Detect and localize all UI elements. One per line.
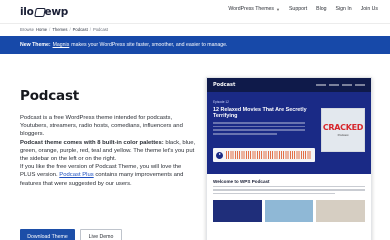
- preview-welcome-section: Welcome to WPS Podcast: [207, 174, 371, 195]
- preview-headline: 12 Relaxed Movies That Are Secretly Terr…: [213, 107, 307, 120]
- nav-item-join-us[interactable]: Join Us: [361, 6, 378, 12]
- palettes-strong: Podcast theme comes with 8 built-in colo…: [20, 139, 164, 146]
- preview-topbar: Podcast: [207, 78, 371, 92]
- preview-thumbnail: [213, 200, 262, 223]
- site-logo[interactable]: ilo ewp: [20, 5, 68, 18]
- breadcrumb-current: Podcast: [92, 27, 109, 32]
- preview-logo: Podcast: [213, 82, 236, 88]
- nav-label-join-us: Join Us: [360, 6, 378, 12]
- logo-text-right: ewp: [44, 5, 69, 18]
- preview-thumbnail: [264, 200, 314, 223]
- podcast-plus-link[interactable]: Podcast Plus: [59, 172, 93, 178]
- site-header: ilo ewp WordPress Themes ▼ Support Blog …: [0, 0, 390, 24]
- nav-label-blog: Blog: [316, 6, 327, 12]
- breadcrumb: Browse Home / Themes / Podcast / Podcast: [20, 27, 108, 32]
- preview-welcome-title: Welcome to WPS Podcast: [213, 179, 270, 184]
- banner-link[interactable]: Magnis: [53, 42, 70, 48]
- nav-item-sign-in[interactable]: Sign In: [336, 6, 352, 12]
- description-paragraph-plus: If you like the free version of Podcast …: [20, 163, 198, 188]
- breadcrumb-separator: /: [89, 27, 91, 32]
- announcement-banner: New Theme: Magnis makes your WordPress s…: [0, 36, 390, 54]
- breadcrumb-prefix: Browse: [20, 27, 34, 32]
- preview-thumbnails: [207, 196, 371, 226]
- description-paragraph-palettes: Podcast theme comes with 8 built-in colo…: [20, 139, 198, 164]
- banner-lead: New Theme:: [20, 42, 51, 48]
- preview-nav: [316, 84, 365, 86]
- preview-episode-badge: Episode 12: [213, 100, 229, 104]
- breadcrumb-separator: /: [49, 27, 51, 32]
- main-nav: WordPress Themes ▼ Support Blog Sign In …: [228, 6, 378, 12]
- waveform-icon: [226, 151, 312, 159]
- description-paragraph-intro: Podcast is a free WordPress theme intend…: [20, 115, 183, 138]
- breadcrumb-themes[interactable]: Themes: [52, 27, 67, 32]
- play-icon: [216, 151, 223, 159]
- preview-text-lines: [213, 122, 305, 137]
- nav-item-support[interactable]: Support: [289, 6, 307, 12]
- nav-label-sign-in: Sign In: [335, 6, 352, 12]
- download-theme-button[interactable]: Download Theme: [20, 229, 75, 240]
- nav-item-wordpress-themes[interactable]: WordPress Themes ▼: [228, 6, 280, 12]
- breadcrumb-podcast[interactable]: Podcast: [73, 27, 88, 32]
- cover-title: CRACKED: [322, 123, 364, 132]
- loop-logo-icon: [35, 7, 44, 16]
- live-demo-button[interactable]: Live Demo: [80, 229, 122, 240]
- preview-thumbnail: [316, 200, 366, 223]
- cover-subtitle: Podcast: [337, 133, 349, 137]
- nav-label-wordpress-themes: WordPress Themes: [228, 6, 274, 12]
- banner-text: makes your WordPress site faster, smooth…: [71, 42, 228, 48]
- logo-text-left: ilo: [20, 5, 34, 18]
- nav-label-support: Support: [288, 6, 308, 12]
- nav-item-blog[interactable]: Blog: [316, 6, 326, 12]
- theme-preview-image[interactable]: Podcast Episode 12 12 Relaxed Movies Tha…: [206, 77, 372, 240]
- theme-description: Podcast is a free WordPress theme intend…: [20, 114, 198, 188]
- breadcrumb-separator: /: [69, 27, 71, 32]
- page-title: Podcast: [20, 88, 80, 104]
- breadcrumb-home[interactable]: Home: [36, 27, 47, 32]
- preview-cover-art: CRACKED Podcast: [321, 108, 365, 152]
- preview-audio-player: [213, 148, 315, 162]
- chevron-down-icon: ▼: [276, 6, 280, 12]
- preview-hero: Episode 12 12 Relaxed Movies That Are Se…: [207, 92, 371, 174]
